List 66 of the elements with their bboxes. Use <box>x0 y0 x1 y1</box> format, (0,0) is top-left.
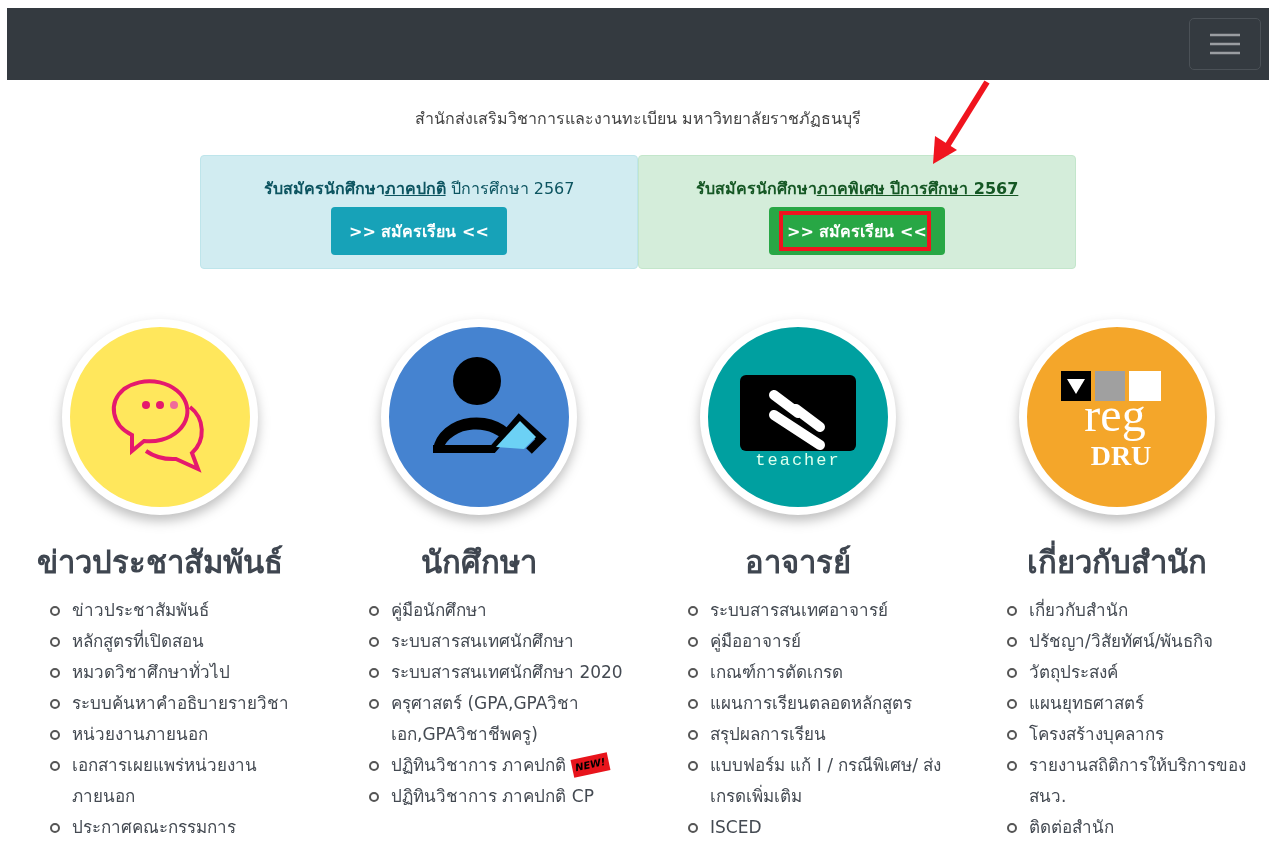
bullet-icon <box>369 637 379 647</box>
menu-link[interactable]: คู่มืออาจารย์ <box>710 626 801 657</box>
menu-link[interactable]: วัตถุประสงค์ <box>1029 657 1118 688</box>
bullet-icon <box>50 637 60 647</box>
bullet-icon <box>50 761 60 771</box>
section-heading: อาจารย์ <box>743 543 852 582</box>
new-badge: NEW! <box>570 752 611 778</box>
menu-link[interactable]: หมวดวิชาศึกษาทั่วไป <box>72 657 230 688</box>
section-heading: นักศึกษา <box>419 543 538 582</box>
menu-link[interactable]: แบบฟอร์ม แก้ I / กรณีพิเศษ/ ส่งเกรดเพิ่มเติม <box>710 750 943 812</box>
menu-link[interactable]: ปฏิทินวิชาการ ภาคปกติ <box>391 750 567 781</box>
menu-link[interactable]: โครงสร้างบุคลากร <box>1029 719 1164 750</box>
bullet-icon <box>369 792 379 802</box>
section-heading: ข่าวประชาสัมพันธ์ <box>35 543 284 582</box>
menu-link[interactable]: ประกาศคณะกรรมการ <box>72 812 236 843</box>
menu-link[interactable]: เอกสารเผยแพร่หน่วยงานภายนอก <box>72 750 305 812</box>
admission-heading: รับสมัครนักศึกษาภาคพิเศษ ปีการศึกษา 2567 <box>695 178 1019 200</box>
bullet-icon <box>1007 730 1017 740</box>
bullet-icon <box>688 668 698 678</box>
bullet-icon <box>50 668 60 678</box>
bullet-icon <box>688 761 698 771</box>
bullet-icon <box>1007 823 1017 833</box>
menu-link[interactable]: ติดต่อสำนัก <box>1029 812 1114 843</box>
menu-link[interactable]: หลักสูตรที่เปิดสอน <box>72 626 204 657</box>
menu-link[interactable]: แผนยุทธศาสตร์ <box>1029 688 1144 719</box>
menu-link[interactable]: ISCED <box>710 812 762 843</box>
menu-link[interactable]: ครุศาสตร์ (GPA,GPAวิชาเอก,GPAวิชาชีพครู) <box>391 688 624 750</box>
bullet-icon <box>1007 668 1017 678</box>
bullet-icon <box>1007 637 1017 647</box>
menu-link[interactable]: คู่มือนักศึกษา <box>391 595 487 626</box>
menu-link[interactable]: ระบบสารสนเทศอาจารย์ <box>710 595 888 626</box>
admission-link[interactable]: ภาคปกติ <box>384 179 446 198</box>
bullet-icon <box>688 823 698 833</box>
section-heading: เกี่ยวกับสำนัก <box>957 537 1276 587</box>
menu-link[interactable]: รายงานสถิติการให้บริการของ สนว. <box>1029 750 1262 812</box>
admission-link[interactable]: ภาคพิเศษ ปีการศึกษา 2567 <box>816 179 1019 198</box>
menu-icon <box>1209 32 1241 56</box>
menu-link[interactable]: ข่าวประชาสัมพันธ์ <box>72 595 209 626</box>
menu-link[interactable]: สรุปผลการเรียน <box>710 719 826 750</box>
bullet-icon <box>50 730 60 740</box>
menu-link[interactable]: แผนการเรียนตลอดหลักสูตร <box>710 688 912 719</box>
bullet-icon <box>688 606 698 616</box>
bullet-icon <box>369 668 379 678</box>
menu-link[interactable]: ระบบสารสนเทศนักศึกษา <box>391 626 574 657</box>
bullet-icon <box>1007 761 1017 771</box>
menu-link[interactable]: ปฏิทินวิชาการ ภาคปกติ CP <box>391 781 594 812</box>
bullet-icon <box>688 699 698 709</box>
bullet-icon <box>688 637 698 647</box>
bullet-icon <box>50 823 60 833</box>
menu-link[interactable]: ระบบสารสนเทศนักศึกษา 2020 <box>391 657 623 688</box>
menu-link[interactable]: ปรัชญา/วิสัยทัศน์/พันธกิจ <box>1029 626 1214 657</box>
bullet-icon <box>50 699 60 709</box>
menu-button[interactable] <box>1189 18 1261 70</box>
site-subtitle: สำนักส่งเสริมวิชาการและงานทะเบียน มหาวิทยาลัยราชภัฏธนบุรี <box>413 108 863 131</box>
bullet-icon <box>369 606 379 616</box>
menu-link[interactable]: เกณฑ์การตัดเกรด <box>710 657 843 688</box>
bullet-icon <box>688 730 698 740</box>
menu-link[interactable]: เกี่ยวกับสำนัก <box>1029 595 1128 626</box>
menu-link[interactable]: ระบบค้นหาคำอธิบายรายวิชา <box>72 688 289 719</box>
bullet-icon <box>369 761 379 771</box>
bullet-icon <box>369 699 379 709</box>
admission-heading: รับสมัครนักศึกษาภาคปกติ ปีการศึกษา 2567 <box>263 178 575 200</box>
menu-link[interactable]: หน่วยงานภายนอก <box>72 719 208 750</box>
bullet-icon <box>1007 699 1017 709</box>
bullet-icon <box>50 606 60 616</box>
bullet-icon <box>1007 606 1017 616</box>
